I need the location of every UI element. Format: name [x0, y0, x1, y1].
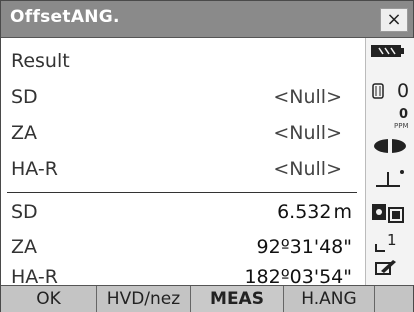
signal-level-icon	[375, 244, 385, 252]
battery-icon	[371, 45, 404, 57]
meas-label-za: ZA	[11, 236, 38, 258]
window-title: OffsetANG.	[10, 7, 120, 27]
meas-value-sd: 6.532 m	[277, 201, 352, 223]
result-label-sd: SD	[11, 86, 38, 108]
tilt-compensation-icon	[376, 170, 404, 187]
result-value-za: <Null>	[273, 122, 342, 144]
result-label-har: HA-R	[11, 158, 58, 180]
softkey-ok[interactable]: OK	[1, 286, 97, 312]
meas-value-za: 92º31'48"	[256, 236, 352, 258]
meas-value-sd-unit: m	[333, 201, 352, 223]
tilt-mode-value: 1	[387, 231, 397, 249]
result-value-har: <Null>	[273, 158, 342, 180]
prism-target-icon	[372, 83, 384, 99]
result-panel: Result SD <Null> ZA <Null> HA-R <Null> S…	[1, 38, 364, 288]
softkey-empty[interactable]	[375, 286, 413, 312]
ppm-icon: PPM	[394, 122, 409, 130]
softkey-h-ang[interactable]: H.ANG	[284, 286, 375, 312]
title-bar: OffsetANG. ×	[1, 1, 413, 38]
close-button[interactable]: ×	[380, 8, 408, 32]
target-constant-value: 0	[397, 80, 410, 102]
instrument-memory-icon	[372, 204, 404, 223]
softkey-meas[interactable]: MEAS	[191, 286, 284, 312]
ppm-value: 0	[399, 107, 409, 122]
status-sidebar: 0 0 PPM 1	[365, 38, 414, 285]
input-mode-icon	[375, 260, 396, 275]
result-heading: Result	[11, 50, 70, 72]
meas-value-sd-number: 6.532	[277, 201, 332, 223]
softkey-bar: OK HVD/nez MEAS H.ANG	[1, 285, 413, 312]
app-window: OffsetANG. × Result SD <Null> ZA <Null> …	[0, 0, 414, 312]
result-label-za: ZA	[11, 122, 38, 144]
meas-label-sd: SD	[11, 201, 38, 223]
divider	[7, 192, 357, 193]
laser-pointer-icon	[374, 138, 406, 154]
result-value-sd: <Null>	[273, 86, 342, 108]
softkey-hvd-nez[interactable]: HVD/nez	[97, 286, 191, 312]
